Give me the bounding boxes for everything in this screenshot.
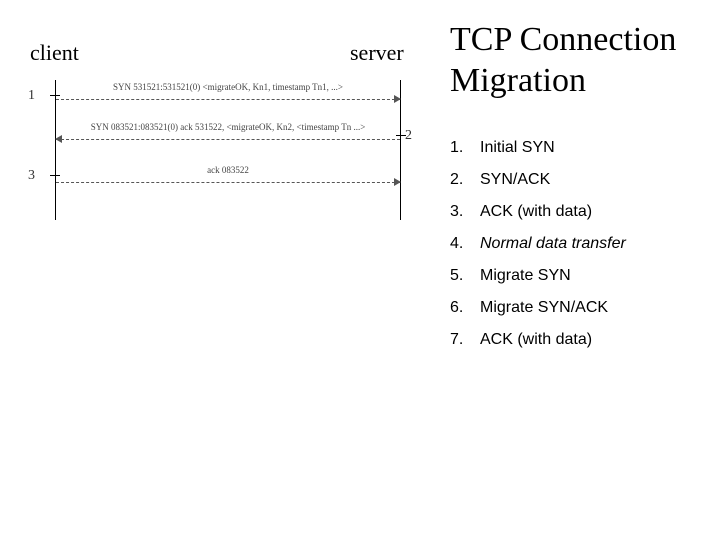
arrow-right-icon [56, 182, 400, 183]
step-text: Migrate SYN/ACK [480, 299, 608, 317]
step-text: Migrate SYN [480, 267, 571, 285]
step-number-1: 1 [28, 88, 35, 104]
step-text: Initial SYN [480, 139, 555, 157]
step-text: ACK (with data) [480, 203, 592, 221]
list-item: 7. ACK (with data) [450, 324, 700, 356]
arrow-right-icon [56, 99, 400, 100]
step-number-3: 3 [28, 168, 35, 184]
list-item: 5. Migrate SYN [450, 260, 700, 292]
sequence-diagram: client server 1 2 3 SYN 531521:531521(0)… [20, 40, 420, 220]
steps-list: 1. Initial SYN 2. SYN/ACK 3. ACK (with data… [450, 132, 700, 356]
right-panel: TCP Connection Migration 1. Initial SYN 2… [450, 20, 700, 356]
step-index: 7. [450, 331, 468, 349]
message-1-text: SYN 531521:531521(0) <migrateOK, Kn1, ti… [56, 83, 400, 93]
list-item: 4. Normal data transfer [450, 228, 700, 260]
step-index: 1. [450, 139, 468, 157]
list-item: 2. SYN/ACK [450, 164, 700, 196]
step-text: ACK (with data) [480, 331, 592, 349]
client-label: client [30, 40, 79, 66]
step-index: 5. [450, 267, 468, 285]
list-item: 6. Migrate SYN/ACK [450, 292, 700, 324]
list-item: 3. ACK (with data) [450, 196, 700, 228]
step-index: 6. [450, 299, 468, 317]
arrow-left-icon [56, 139, 400, 140]
step-index: 2. [450, 171, 468, 189]
server-label: server [350, 40, 404, 66]
step-index: 4. [450, 235, 468, 253]
message-1: SYN 531521:531521(0) <migrateOK, Kn1, ti… [56, 85, 400, 115]
list-item: 1. Initial SYN [450, 132, 700, 164]
page-title: TCP Connection Migration [450, 20, 700, 102]
message-3: ack 083522 [56, 168, 400, 198]
step-text: Normal data transfer [480, 235, 626, 253]
step-number-2: 2 [405, 128, 412, 144]
message-2-text: SYN 083521:083521(0) ack 531522, <migrat… [56, 123, 400, 133]
message-2: SYN 083521:083521(0) ack 531522, <migrat… [56, 125, 400, 155]
message-3-text: ack 083522 [56, 166, 400, 176]
step-text: SYN/ACK [480, 171, 550, 189]
step-index: 3. [450, 203, 468, 221]
